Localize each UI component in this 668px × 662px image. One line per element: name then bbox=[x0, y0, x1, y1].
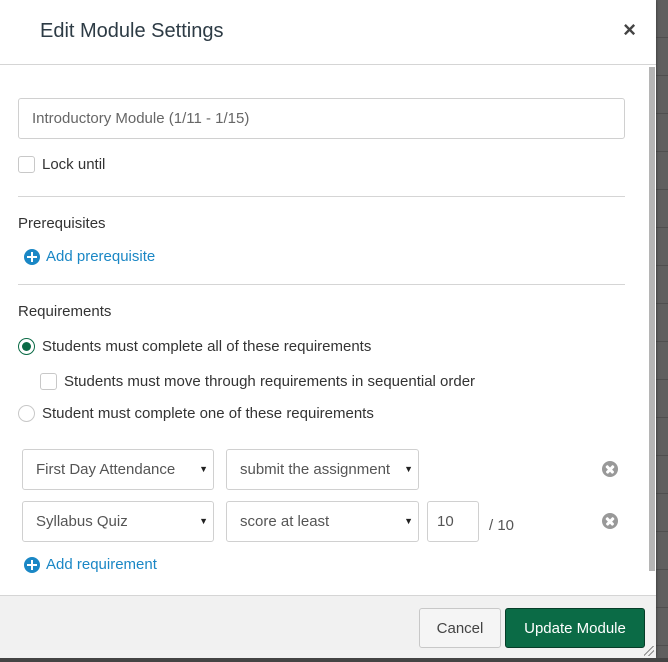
add-requirement-label: Add requirement bbox=[46, 556, 157, 573]
cancel-button[interactable]: Cancel bbox=[419, 608, 501, 648]
page-backdrop bbox=[656, 0, 668, 662]
min-score-input[interactable] bbox=[427, 501, 479, 542]
divider bbox=[18, 284, 625, 285]
edit-module-dialog: Edit Module Settings × Lock until Prereq… bbox=[0, 0, 656, 658]
complete-one-radio[interactable] bbox=[18, 405, 35, 422]
requirement-condition-select[interactable]: submit the assignment ▼ bbox=[226, 449, 419, 490]
lock-until-option[interactable]: Lock until bbox=[18, 156, 105, 173]
plus-circle-icon bbox=[24, 556, 40, 573]
update-module-button[interactable]: Update Module bbox=[505, 608, 645, 648]
prerequisites-heading: Prerequisites bbox=[18, 215, 106, 232]
dropdown-caret-icon: ▼ bbox=[401, 516, 413, 526]
dialog-title: Edit Module Settings bbox=[40, 20, 224, 42]
complete-one-label: Student must complete one of these requi… bbox=[42, 405, 374, 422]
resize-grip-icon[interactable] bbox=[644, 646, 654, 656]
requirement-item-select[interactable]: Syllabus Quiz ▼ bbox=[22, 501, 214, 542]
lock-until-label: Lock until bbox=[42, 156, 106, 173]
plus-circle-icon bbox=[24, 248, 40, 265]
requirement-condition-value: score at least bbox=[240, 513, 330, 530]
module-name-input[interactable] bbox=[18, 98, 625, 139]
requirements-heading: Requirements bbox=[18, 303, 112, 320]
complete-all-radio[interactable] bbox=[18, 338, 35, 355]
page-backdrop-bottom bbox=[0, 658, 668, 662]
complete-all-label: Students must complete all of these requ… bbox=[42, 338, 372, 355]
close-icon[interactable]: × bbox=[623, 19, 636, 41]
requirement-condition-value: submit the assignment bbox=[240, 461, 391, 478]
max-score-label: / 10 bbox=[489, 517, 515, 534]
divider bbox=[18, 196, 625, 197]
complete-all-option[interactable]: Students must complete all of these requ… bbox=[18, 338, 371, 355]
requirement-condition-select[interactable]: score at least ▼ bbox=[226, 501, 419, 542]
add-prerequisite-link[interactable]: Add prerequisite bbox=[24, 248, 155, 265]
complete-one-option[interactable]: Student must complete one of these requi… bbox=[18, 405, 374, 422]
dropdown-caret-icon: ▼ bbox=[196, 464, 208, 474]
dropdown-caret-icon: ▼ bbox=[196, 516, 208, 526]
requirement-item-value: First Day Attendance bbox=[36, 461, 176, 478]
sequential-order-label: Students must move through requirements … bbox=[64, 373, 476, 390]
sequential-order-option[interactable]: Students must move through requirements … bbox=[40, 373, 475, 390]
dialog-header: Edit Module Settings × bbox=[0, 0, 656, 65]
remove-requirement-icon[interactable] bbox=[602, 513, 618, 529]
sequential-order-checkbox[interactable] bbox=[40, 373, 57, 390]
add-requirement-link[interactable]: Add requirement bbox=[24, 556, 157, 573]
requirement-item-value: Syllabus Quiz bbox=[36, 513, 128, 530]
lock-until-checkbox[interactable] bbox=[18, 156, 35, 173]
requirement-item-select[interactable]: First Day Attendance ▼ bbox=[22, 449, 214, 490]
dialog-footer: Cancel Update Module bbox=[0, 595, 656, 658]
add-prerequisite-label: Add prerequisite bbox=[46, 248, 156, 265]
remove-requirement-icon[interactable] bbox=[602, 461, 618, 477]
dropdown-caret-icon: ▼ bbox=[401, 464, 413, 474]
scrollbar[interactable] bbox=[649, 67, 655, 571]
